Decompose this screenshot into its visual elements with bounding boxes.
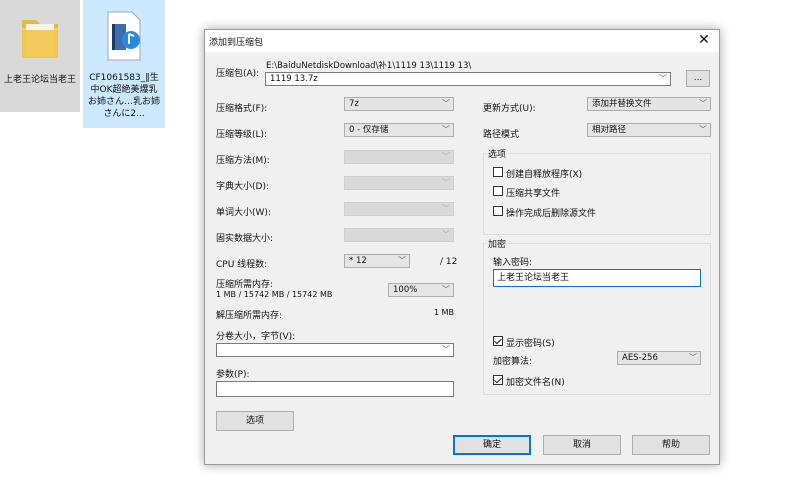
show-password-label: 显示密码(S) (506, 339, 555, 349)
help-button[interactable]: 帮助 (632, 435, 710, 455)
encryption-group-label: 加密 (486, 237, 509, 250)
path-mode-label: 路径模式 (483, 130, 520, 140)
path-mode-select[interactable]: 相对路径 ﹀ (587, 123, 711, 137)
solid-select[interactable]: ﹀ (344, 228, 454, 242)
chevron-down-icon: ﹀ (442, 230, 450, 239)
update-label: 更新方式(U): (483, 104, 536, 114)
mem-percent-select[interactable]: 100% ﹀ (388, 283, 454, 297)
show-password-checkbox[interactable] (493, 336, 503, 346)
format-value: 7z (349, 99, 359, 109)
threads-select[interactable]: * 12 ﹀ (344, 254, 410, 268)
desktop-video-item[interactable]: CF1061583_‖生中OK超絶美爆乳お姉さん…乳お姉さんに2... (83, 0, 165, 128)
browse-button[interactable]: ... (686, 70, 710, 87)
level-label: 压缩等级(L): (216, 130, 268, 140)
dialog-title: 添加到压缩包 (209, 38, 264, 48)
method-select[interactable]: ﹀ (344, 150, 454, 164)
password-input[interactable]: 上老王论坛当老王 (493, 269, 701, 287)
update-select[interactable]: 添加并替换文件 ﹀ (587, 97, 711, 111)
video-file-icon (107, 11, 141, 61)
algo-label: 加密算法: (493, 357, 533, 367)
add-to-archive-dialog: 添加到压缩包 ✕ 压缩包(A): E:\BaiduNetdiskDownload… (204, 29, 720, 465)
volume-label: 分卷大小，字节(V): (216, 332, 296, 342)
archive-path: E:\BaiduNetdiskDownload\补1\1119 13\1119 … (266, 61, 472, 71)
chevron-down-icon: ﹀ (699, 125, 707, 134)
chevron-down-icon: ﹀ (398, 256, 406, 265)
mem-decomp-label: 解压缩所需内存: (216, 311, 283, 321)
sfx-checkbox[interactable] (493, 167, 503, 177)
chevron-down-icon: ﹀ (442, 178, 450, 187)
video-file-label: CF1061583_‖生中OK超絶美爆乳お姉さん…乳お姉さんに2... (87, 73, 160, 119)
shared-label: 压缩共享文件 (506, 189, 561, 199)
word-select[interactable]: ﹀ (344, 202, 454, 216)
update-value: 添加并替换文件 (592, 99, 652, 109)
chevron-down-icon: ﹀ (442, 345, 450, 354)
sfx-label: 创建自释放程序(X) (506, 170, 583, 180)
folder-icon (22, 20, 58, 58)
delete-source-label: 操作完成后删除源文件 (506, 209, 597, 219)
format-select[interactable]: 7z ﹀ (344, 97, 454, 111)
archive-label: 压缩包(A): (216, 69, 260, 79)
chevron-down-icon: ﹀ (442, 152, 450, 161)
chevron-down-icon: ﹀ (689, 353, 697, 362)
params-label: 参数(P): (216, 370, 250, 380)
level-select[interactable]: 0 - 仅存储 ﹀ (344, 123, 454, 137)
algo-value: AES-256 (622, 353, 658, 363)
cancel-button[interactable]: 取消 (543, 435, 621, 455)
ok-button[interactable]: 确定 (453, 435, 531, 455)
archive-name-combo[interactable]: 1119 13.7z ﹀ (265, 72, 671, 86)
close-icon[interactable]: ✕ (689, 30, 719, 52)
encrypt-names-label: 加密文件名(N) (506, 378, 565, 388)
method-label: 压缩方法(M): (216, 156, 270, 166)
delete-source-checkbox[interactable] (493, 206, 503, 216)
dialog-titlebar[interactable]: 添加到压缩包 ✕ (205, 30, 719, 52)
chevron-down-icon: ﹀ (442, 125, 450, 134)
options-group-label: 选项 (486, 147, 509, 160)
chevron-down-icon: ﹀ (699, 99, 707, 108)
password-label: 输入密码: (493, 258, 533, 268)
path-mode-value: 相对路径 (592, 125, 627, 135)
threads-value: * 12 (349, 256, 367, 266)
chevron-down-icon: ﹀ (659, 74, 667, 83)
dict-select[interactable]: ﹀ (344, 176, 454, 190)
options-button[interactable]: 选项 (216, 411, 294, 431)
desktop-folder-item[interactable]: 上老王论坛当老王 (0, 0, 80, 112)
threads-label: CPU 线程数: (216, 260, 268, 270)
archive-name-value: 1119 13.7z (270, 74, 318, 84)
chevron-down-icon: ﹀ (442, 204, 450, 213)
threads-max: / 12 (440, 257, 458, 267)
mem-comp-label: 压缩所需内存: (216, 280, 274, 290)
format-label: 压缩格式(F): (216, 104, 268, 114)
solid-label: 固实数据大小: (216, 234, 274, 244)
chevron-down-icon: ﹀ (442, 285, 450, 294)
level-value: 0 - 仅存储 (349, 125, 389, 135)
mem-percent-value: 100% (393, 285, 418, 295)
algo-select[interactable]: AES-256 ﹀ (617, 351, 701, 365)
word-label: 单词大小(W): (216, 208, 271, 218)
chevron-down-icon: ﹀ (442, 99, 450, 108)
shared-checkbox[interactable] (493, 186, 503, 196)
mem-comp-value: 1 MB / 15742 MB / 15742 MB (216, 290, 333, 299)
dict-label: 字典大小(D): (216, 182, 269, 192)
mem-decomp-value: 1 MB (434, 308, 455, 317)
folder-label: 上老王论坛当老王 (4, 75, 77, 85)
params-input[interactable] (216, 381, 454, 397)
encrypt-names-checkbox[interactable] (493, 375, 503, 385)
volume-input[interactable]: ﹀ (216, 343, 454, 357)
